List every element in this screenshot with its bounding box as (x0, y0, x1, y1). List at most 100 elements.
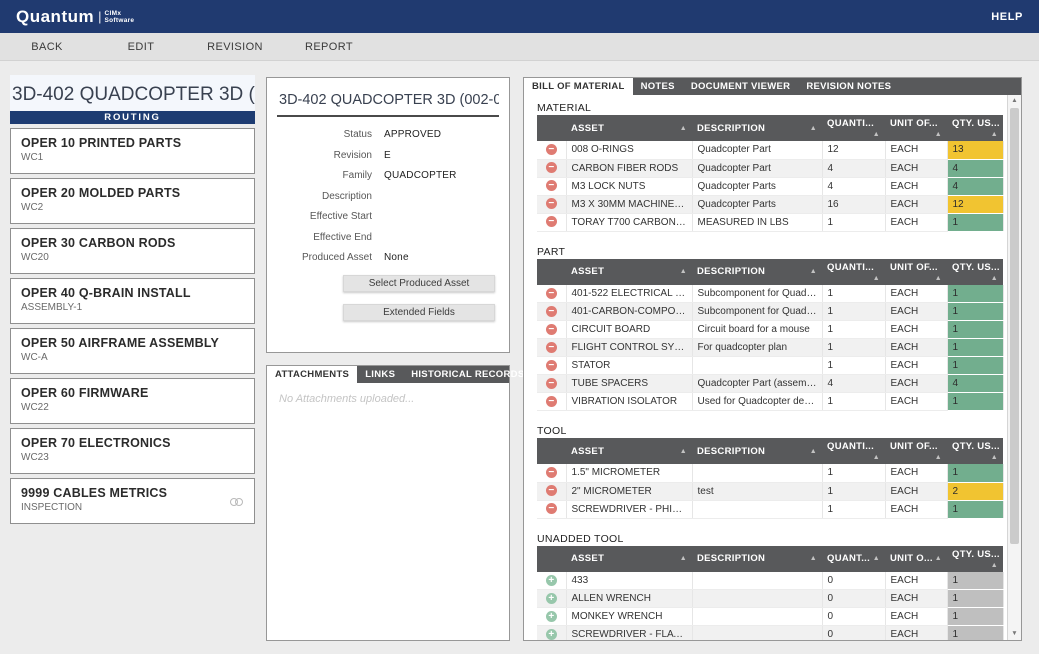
sort-arrow-icon[interactable]: ▲ (873, 555, 880, 562)
sort-arrow-icon[interactable]: ▲ (991, 275, 998, 282)
table-row[interactable]: −VIBRATION ISOLATORUsed for Quadcopter d… (537, 393, 1003, 411)
table-row[interactable]: +ALLEN WRENCH0EACH1 (537, 590, 1003, 608)
menu-item-report[interactable]: REPORT (282, 41, 376, 53)
table-row[interactable]: +MONKEY WRENCH0EACH1 (537, 608, 1003, 626)
sort-arrow-icon[interactable]: ▲ (680, 268, 687, 275)
remove-row-icon[interactable]: − (546, 503, 557, 514)
routing-operation-oper-30-carbon-rods[interactable]: OPER 30 CARBON RODSWC20 (10, 228, 255, 274)
tab-revision-notes[interactable]: REVISION NOTES (798, 78, 899, 95)
sort-arrow-icon[interactable]: ▲ (810, 125, 817, 132)
column-header-quanti[interactable]: QUANTI...▲ (822, 115, 885, 141)
remove-row-icon[interactable]: − (546, 342, 557, 353)
column-header-description[interactable]: DESCRIPTION▲ (692, 546, 822, 572)
table-row[interactable]: −401-CARBON-COMPONENTSubcomponent for Qu… (537, 303, 1003, 321)
routing-operation-oper-60-firmware[interactable]: OPER 60 FIRMWAREWC22 (10, 378, 255, 424)
routing-operation-9999-cables-metrics[interactable]: 9999 CABLES METRICSINSPECTION (10, 478, 255, 524)
column-header-unit-o[interactable]: UNIT O...▲ (885, 546, 947, 572)
column-header-unit-of[interactable]: UNIT OF...▲ (885, 438, 947, 464)
tab-links[interactable]: LINKS (357, 366, 403, 383)
remove-row-icon[interactable]: − (546, 306, 557, 317)
routing-operation-oper-20-molded-parts[interactable]: OPER 20 MOLDED PARTSWC2 (10, 178, 255, 224)
column-header-qty-us[interactable]: QTY. US...▲ (947, 115, 1003, 141)
sort-arrow-icon[interactable]: ▲ (935, 275, 942, 282)
routing-operation-oper-50-airframe-assembly[interactable]: OPER 50 AIRFRAME ASSEMBLYWC-A (10, 328, 255, 374)
menu-item-back[interactable]: BACK (0, 41, 94, 53)
table-row[interactable]: +4330EACH1 (537, 572, 1003, 590)
column-header-description[interactable]: DESCRIPTION▲ (692, 115, 822, 141)
tab-document-viewer[interactable]: DOCUMENT VIEWER (683, 78, 799, 95)
scrollbar-up-icon[interactable]: ▲ (1008, 95, 1021, 107)
sort-arrow-icon[interactable]: ▲ (991, 131, 998, 138)
remove-row-icon[interactable]: − (546, 162, 557, 173)
sort-arrow-icon[interactable]: ▲ (991, 562, 998, 569)
table-row[interactable]: −SCREWDRIVER - PHILLIPS1EACH1 (537, 500, 1003, 518)
column-header-description[interactable]: DESCRIPTION▲ (692, 438, 822, 464)
help-button[interactable]: HELP (991, 11, 1023, 23)
remove-row-icon[interactable]: − (546, 216, 557, 227)
column-header-asset[interactable]: ASSET▲ (566, 115, 692, 141)
remove-row-icon[interactable]: − (546, 180, 557, 191)
sort-arrow-icon[interactable]: ▲ (680, 555, 687, 562)
routing-operation-oper-40-q-brain-install[interactable]: OPER 40 Q-BRAIN INSTALLASSEMBLY-1 (10, 278, 255, 324)
sort-arrow-icon[interactable]: ▲ (810, 448, 817, 455)
menu-item-revision[interactable]: REVISION (188, 41, 282, 53)
remove-row-icon[interactable]: − (546, 324, 557, 335)
remove-row-icon[interactable]: − (546, 144, 557, 155)
sort-arrow-icon[interactable]: ▲ (873, 275, 880, 282)
remove-row-icon[interactable]: − (546, 378, 557, 389)
routing-operation-oper-70-electronics[interactable]: OPER 70 ELECTRONICSWC23 (10, 428, 255, 474)
tab-attachments[interactable]: ATTACHMENTS (267, 366, 357, 383)
sort-arrow-icon[interactable]: ▲ (810, 555, 817, 562)
sort-arrow-icon[interactable]: ▲ (935, 555, 942, 562)
remove-row-icon[interactable]: − (546, 360, 557, 371)
remove-row-icon[interactable]: − (546, 198, 557, 209)
tab-historical-records[interactable]: HISTORICAL RECORDS (403, 366, 532, 383)
table-row[interactable]: −2" MICROMETERtest1EACH2 (537, 482, 1003, 500)
table-row[interactable]: −401-522 ELECTRICAL HAR...Subcomponent f… (537, 285, 1003, 303)
column-header-description[interactable]: DESCRIPTION▲ (692, 259, 822, 285)
remove-row-icon[interactable]: − (546, 485, 557, 496)
scrollbar-down-icon[interactable]: ▼ (1008, 628, 1021, 640)
table-row[interactable]: −CIRCUIT BOARDCircuit board for a mouse1… (537, 321, 1003, 339)
routing-operation-oper-10-printed-parts[interactable]: OPER 10 PRINTED PARTSWC1 (10, 128, 255, 174)
sort-arrow-icon[interactable]: ▲ (810, 268, 817, 275)
scrollbar-thumb[interactable] (1010, 108, 1019, 544)
column-header-asset[interactable]: ASSET▲ (566, 438, 692, 464)
sort-arrow-icon[interactable]: ▲ (991, 454, 998, 461)
table-row[interactable]: −M3 LOCK NUTSQuadcopter Parts4EACH4 (537, 177, 1003, 195)
sort-arrow-icon[interactable]: ▲ (680, 448, 687, 455)
sort-arrow-icon[interactable]: ▲ (935, 454, 942, 461)
column-header-qty-us[interactable]: QTY. US...▲ (947, 546, 1003, 572)
table-row[interactable]: −TORAY T700 CARBON FIBERMEASURED IN LBS1… (537, 213, 1003, 231)
sort-arrow-icon[interactable]: ▲ (873, 454, 880, 461)
column-header-quant[interactable]: QUANT...▲ (822, 546, 885, 572)
tab-notes[interactable]: NOTES (633, 78, 683, 95)
table-row[interactable]: −CARBON FIBER RODSQuadcopter Part4EACH4 (537, 159, 1003, 177)
add-row-icon[interactable]: + (546, 611, 557, 622)
add-row-icon[interactable]: + (546, 629, 557, 640)
scrollbar[interactable]: ▲ ▼ (1007, 95, 1021, 640)
column-header-asset[interactable]: ASSET▲ (566, 546, 692, 572)
table-row[interactable]: −TUBE SPACERSQuadcopter Part (assembly)4… (537, 375, 1003, 393)
remove-row-icon[interactable]: − (546, 467, 557, 478)
column-header-asset[interactable]: ASSET▲ (566, 259, 692, 285)
sort-arrow-icon[interactable]: ▲ (873, 131, 880, 138)
sort-arrow-icon[interactable]: ▲ (935, 131, 942, 138)
table-row[interactable]: −M3 X 30MM MACHINE SCR...Quadcopter Part… (537, 195, 1003, 213)
sort-arrow-icon[interactable]: ▲ (680, 125, 687, 132)
tab-bill-of-material[interactable]: BILL OF MATERIAL (524, 78, 633, 95)
table-row[interactable]: +SCREWDRIVER - FLATHEAD0EACH1 (537, 626, 1003, 641)
remove-row-icon[interactable]: − (546, 288, 557, 299)
extended-fields-button[interactable]: Extended Fields (343, 304, 495, 321)
column-header-quanti[interactable]: QUANTI...▲ (822, 438, 885, 464)
column-header-quanti[interactable]: QUANTI...▲ (822, 259, 885, 285)
add-row-icon[interactable]: + (546, 575, 557, 586)
table-row[interactable]: −FLIGHT CONTROL SYSTEMFor quadcopter pla… (537, 339, 1003, 357)
add-row-icon[interactable]: + (546, 593, 557, 604)
table-row[interactable]: −STATOR1EACH1 (537, 357, 1003, 375)
table-row[interactable]: −008 O-RINGSQuadcopter Part12EACH13 (537, 141, 1003, 159)
column-header-qty-us[interactable]: QTY. US...▲ (947, 259, 1003, 285)
select-produced-asset-button[interactable]: Select Produced Asset (343, 275, 495, 292)
menu-item-edit[interactable]: EDIT (94, 41, 188, 53)
column-header-unit-of[interactable]: UNIT OF...▲ (885, 259, 947, 285)
